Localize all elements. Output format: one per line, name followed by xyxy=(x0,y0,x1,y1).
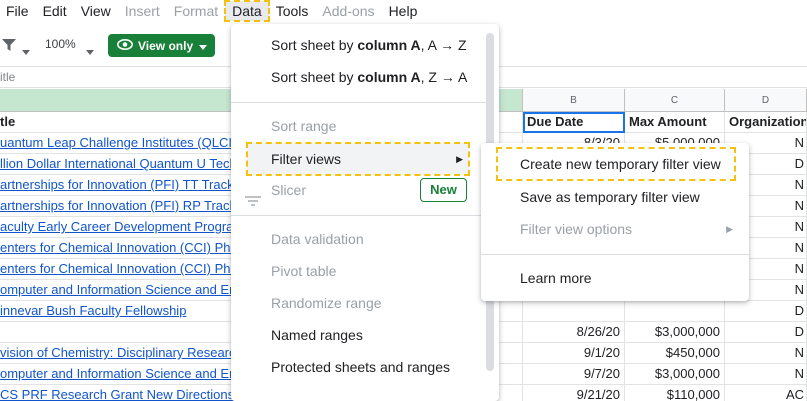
cell-d[interactable]: AC xyxy=(725,385,807,401)
cell-d[interactable]: D xyxy=(725,322,807,343)
cell-c[interactable]: $110,000 xyxy=(625,385,725,401)
new-badge: New xyxy=(420,178,467,202)
menu-tools[interactable]: Tools xyxy=(269,1,316,21)
menu-edit[interactable]: Edit xyxy=(36,1,74,21)
cell-b[interactable]: 8/26/20 xyxy=(523,322,625,343)
cell-c[interactable]: $3,000,000 xyxy=(625,364,725,385)
sort-az-column: column A xyxy=(357,37,421,53)
cell-d[interactable]: N xyxy=(725,343,807,364)
chevron-down-icon[interactable] xyxy=(22,42,30,58)
menu-item-protected-sheets[interactable]: Protected sheets and ranges xyxy=(231,351,499,383)
column-header-d[interactable]: D xyxy=(725,89,807,112)
slicer-label: Slicer xyxy=(271,182,307,198)
cell-d-header[interactable]: Organization xyxy=(725,112,807,133)
cell-b[interactable] xyxy=(523,301,625,322)
menu-item-pivot-table[interactable]: Pivot table xyxy=(231,255,499,287)
menu-item-create-temp-filter-view[interactable]: Create new temporary filter view xyxy=(496,147,736,181)
menu-item-sort-z-a[interactable]: Sort sheet by column A, Z → A xyxy=(231,61,499,93)
menu-divider xyxy=(481,254,749,255)
sort-za-prefix: Sort sheet by xyxy=(271,69,358,85)
menu-help[interactable]: Help xyxy=(382,1,425,21)
cell-c[interactable] xyxy=(625,301,725,322)
view-only-label: View only xyxy=(138,38,194,53)
cell-d[interactable]: D xyxy=(725,301,807,322)
menu-item-filter-views[interactable]: Filter views ▶ xyxy=(246,142,470,176)
filter-view-options-label: Filter view options xyxy=(520,221,633,237)
menu-item-save-temp-filter-view[interactable]: Save as temporary filter view xyxy=(481,181,749,213)
menu-file[interactable]: File xyxy=(0,1,36,21)
menu-item-filter-view-options[interactable]: Filter view options ▶ xyxy=(481,213,749,245)
menu-item-data-validation[interactable]: Data validation xyxy=(231,223,499,255)
column-header-b[interactable]: B xyxy=(523,89,625,112)
menu-insert[interactable]: Insert xyxy=(118,1,167,21)
cell-b-header[interactable]: Due Date xyxy=(523,112,625,133)
submenu-arrow-icon: ▶ xyxy=(726,224,733,234)
filter-icon[interactable] xyxy=(2,38,16,54)
menu-item-randomize-range[interactable]: Randomize range xyxy=(231,287,499,319)
menu-view[interactable]: View xyxy=(74,1,118,21)
cell-b[interactable]: 9/21/20 xyxy=(523,385,625,401)
sort-za-suffix: , Z → A xyxy=(420,69,468,85)
cell-b[interactable]: 9/1/20 xyxy=(523,343,625,364)
eye-icon xyxy=(117,38,133,53)
zoom-select[interactable]: 100% xyxy=(45,37,76,51)
sort-az-suffix: , A → Z xyxy=(420,37,467,53)
submenu-arrow-icon: ▶ xyxy=(456,154,463,164)
sort-az-prefix: Sort sheet by xyxy=(271,37,358,53)
column-header-c[interactable]: C xyxy=(625,89,725,112)
cell-c-header[interactable]: Max Amount xyxy=(625,112,725,133)
menu-format[interactable]: Format xyxy=(167,1,225,21)
filter-views-label: Filter views xyxy=(271,151,342,167)
view-only-chevron-icon xyxy=(199,39,208,53)
menu-addons[interactable]: Add-ons xyxy=(315,1,381,21)
menu-divider xyxy=(231,215,491,216)
cell-b[interactable]: 9/7/20 xyxy=(523,364,625,385)
view-only-button[interactable]: View only xyxy=(108,34,215,57)
menu-item-learn-more[interactable]: Learn more xyxy=(481,262,749,294)
cell-c[interactable]: $450,000 xyxy=(625,343,725,364)
menu-item-sort-range[interactable]: Sort range xyxy=(231,110,499,142)
slicer-icon xyxy=(245,185,261,217)
filter-views-submenu: Create new temporary filter view Save as… xyxy=(481,143,749,301)
zoom-chevron-icon[interactable] xyxy=(86,42,94,58)
menu-item-named-ranges[interactable]: Named ranges xyxy=(231,319,499,351)
menubar: File Edit View Insert Format Data Tools … xyxy=(0,0,807,22)
menu-item-sort-a-z[interactable]: Sort sheet by column A, A → Z xyxy=(231,29,499,61)
cell-d[interactable]: N xyxy=(725,364,807,385)
data-menu: Sort sheet by column A, A → Z Sort sheet… xyxy=(231,24,499,401)
menu-item-slicer[interactable]: Slicer New xyxy=(231,174,499,206)
menu-divider xyxy=(231,102,491,103)
sort-za-column: column A xyxy=(357,69,421,85)
cell-c[interactable]: $3,000,000 xyxy=(625,322,725,343)
menu-data[interactable]: Data xyxy=(224,0,270,22)
